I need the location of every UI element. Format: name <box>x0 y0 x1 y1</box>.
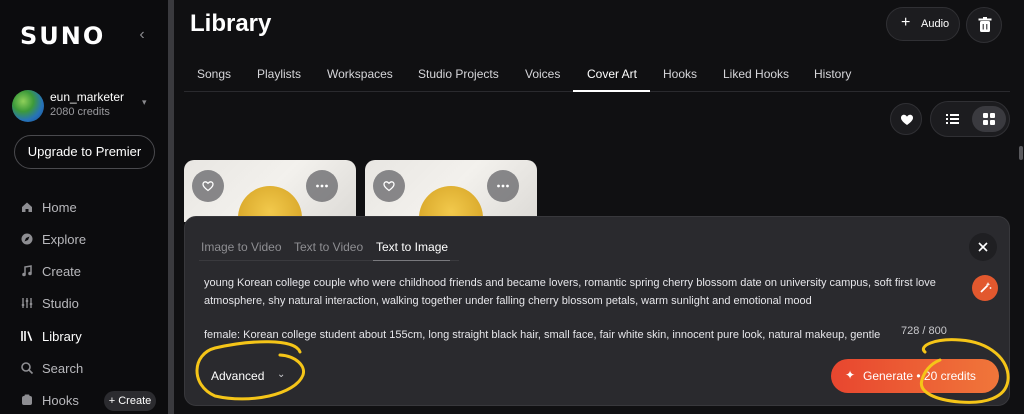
heart-icon <box>901 114 913 125</box>
sidebar-item-label: Explore <box>42 232 87 247</box>
sidebar-item-home[interactable]: Home <box>20 197 160 219</box>
more-options-button[interactable] <box>487 170 519 202</box>
studio-icon <box>21 298 33 308</box>
compass-icon <box>21 233 33 245</box>
avatar <box>12 90 44 122</box>
tab-songs[interactable]: Songs <box>197 67 231 81</box>
tab-text-to-image[interactable]: Text to Image <box>376 240 448 254</box>
prompt-paragraph: female: Korean college student about 155… <box>204 329 881 341</box>
ellipsis-icon <box>497 184 509 188</box>
tab-workspaces[interactable]: Workspaces <box>327 67 393 81</box>
heart-outline-icon <box>202 181 214 192</box>
tab-playlists[interactable]: Playlists <box>257 67 301 81</box>
sidebar-item-label: Search <box>42 361 84 376</box>
library-tabs: Songs Playlists Workspaces Studio Projec… <box>184 62 1010 92</box>
favorites-filter-button[interactable] <box>890 103 922 135</box>
active-tab-indicator <box>573 90 650 92</box>
suno-logo[interactable]: SUNO <box>20 22 105 50</box>
trash-button[interactable] <box>966 7 1002 43</box>
like-button[interactable] <box>192 170 224 202</box>
add-audio-label: Audio <box>921 18 950 30</box>
cover-art-card[interactable] <box>365 160 537 222</box>
character-counter: 728 / 800 <box>901 325 947 337</box>
prompt-scroll-area: young Korean college couple who were chi… <box>204 274 949 414</box>
tab-image-to-video[interactable]: Image to Video <box>201 240 282 254</box>
hooks-icon <box>22 394 32 405</box>
library-icon <box>21 331 33 342</box>
sidebar: SUNO ‹ eun_marketer 2080 credits ▾ Upgra… <box>0 0 168 414</box>
prompt-paragraph: young Korean college couple who were chi… <box>204 277 936 307</box>
trash-icon <box>978 17 992 32</box>
generate-label: Generate • 20 credits <box>863 369 976 383</box>
sidebar-item-label: Hooks <box>42 393 79 408</box>
enhance-prompt-button[interactable] <box>972 275 998 301</box>
username: eun_marketer <box>50 90 125 104</box>
tab-liked-hooks[interactable]: Liked Hooks <box>723 67 789 81</box>
tab-cover-art[interactable]: Cover Art <box>587 67 637 81</box>
close-button[interactable] <box>969 233 997 261</box>
chevron-down-icon: ▾ <box>142 97 147 107</box>
plus-icon: + <box>901 14 911 31</box>
more-options-button[interactable] <box>306 170 338 202</box>
search-icon <box>21 362 34 375</box>
page-title: Library <box>190 10 272 37</box>
generate-button[interactable]: ✦ Generate • 20 credits <box>831 359 999 393</box>
sidebar-item-create[interactable]: Create <box>20 261 160 283</box>
sidebar-item-studio[interactable]: Studio <box>20 293 160 315</box>
view-mode-toggle <box>930 101 1010 137</box>
advanced-options-toggle[interactable]: Advanced <box>211 369 264 383</box>
sparkle-icon: ✦ <box>845 368 856 382</box>
tab-history[interactable]: History <box>814 67 851 81</box>
tab-voices[interactable]: Voices <box>525 67 560 81</box>
create-panel: Image to Video Text to Video Text to Ima… <box>184 216 1010 406</box>
grid-view-button[interactable] <box>972 106 1006 132</box>
tab-studio-projects[interactable]: Studio Projects <box>418 67 499 81</box>
sidebar-item-label: Home <box>42 200 77 215</box>
close-icon <box>978 242 988 252</box>
create-button[interactable]: + Create <box>104 391 156 411</box>
add-audio-button[interactable]: + Audio <box>886 7 960 41</box>
collapse-sidebar-chevron-icon[interactable]: ‹ <box>134 26 150 44</box>
sidebar-item-label: Studio <box>42 296 79 311</box>
upgrade-button[interactable]: Upgrade to Premier <box>14 135 155 169</box>
like-button[interactable] <box>373 170 405 202</box>
magic-wand-icon <box>980 282 992 293</box>
sidebar-item-label: Create <box>42 264 82 279</box>
sidebar-item-label: Library <box>42 329 82 344</box>
cover-art-card[interactable] <box>184 160 356 222</box>
tab-text-to-video[interactable]: Text to Video <box>294 240 363 254</box>
scrollbar[interactable] <box>1019 146 1023 160</box>
list-view-button[interactable] <box>937 107 967 131</box>
user-account-switcher[interactable]: eun_marketer 2080 credits ▾ <box>12 88 157 122</box>
music-note-icon <box>22 265 32 277</box>
sidebar-divider[interactable] <box>168 0 174 414</box>
active-panel-tab-indicator <box>373 260 450 261</box>
home-icon <box>22 202 32 212</box>
sidebar-item-search[interactable]: Search <box>20 358 160 380</box>
chevron-down-icon: ⌄ <box>277 369 286 380</box>
ellipsis-icon <box>316 184 328 188</box>
tab-hooks[interactable]: Hooks <box>663 67 697 81</box>
credits-count: 2080 credits <box>50 106 110 118</box>
heart-outline-icon <box>383 181 395 192</box>
list-icon <box>946 114 959 124</box>
sidebar-item-explore[interactable]: Explore <box>20 229 160 251</box>
sidebar-item-library[interactable]: Library <box>20 326 160 348</box>
grid-icon <box>983 113 995 125</box>
